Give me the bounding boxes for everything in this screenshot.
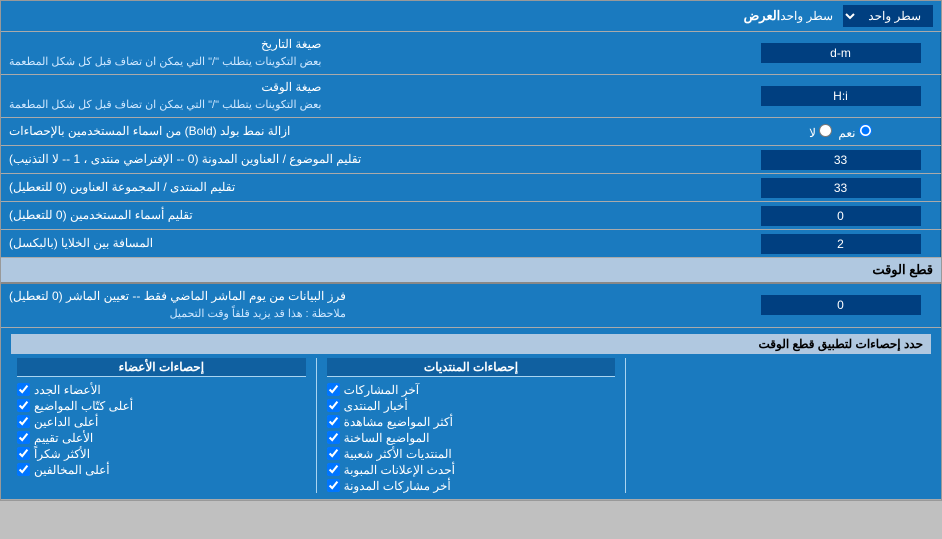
col-divider-2 bbox=[316, 358, 317, 493]
page-title: العرض bbox=[9, 8, 780, 24]
checkbox-last-posts-input[interactable] bbox=[327, 383, 340, 396]
top-row: سطر واحدسطرينثلاثة أسطر سطر واحد العرض bbox=[1, 1, 941, 32]
realtime-days-row: فرز البيانات من يوم الماشر الماضي فقط --… bbox=[1, 284, 941, 327]
time-format-input-container bbox=[741, 75, 941, 117]
checkbox-classifieds-input[interactable] bbox=[327, 463, 340, 476]
remove-bold-row: نعم لا ازالة نمط بولد (Bold) من اسماء ال… bbox=[1, 118, 941, 146]
forum-headers-label: تقليم المنتدى / المجموعة العناوين (0 للت… bbox=[1, 174, 741, 201]
members-col-header: إحصاءات الأعضاء bbox=[17, 358, 306, 377]
col-divider-1 bbox=[625, 358, 626, 493]
realtime-section-header: قطع الوقت bbox=[1, 258, 941, 284]
time-format-input[interactable] bbox=[761, 86, 921, 106]
usernames-trim-label: تقليم أسماء المستخدمين (0 للتعطيل) bbox=[1, 202, 741, 229]
radio-yes-label: نعم bbox=[838, 124, 871, 140]
checkbox-top-posters-input[interactable] bbox=[17, 399, 30, 412]
checkboxes-col-forums: إحصاءات المنتديات آخر المشاركات أخبار ال… bbox=[321, 358, 622, 493]
usernames-trim-row: تقليم أسماء المستخدمين (0 للتعطيل) bbox=[1, 202, 941, 230]
remove-bold-radio-container: نعم لا bbox=[741, 118, 941, 145]
realtime-days-label: فرز البيانات من يوم الماشر الماضي فقط --… bbox=[1, 284, 741, 326]
radio-no-label: لا bbox=[809, 124, 832, 140]
realtime-days-input[interactable] bbox=[761, 295, 921, 315]
checkboxes-section: حدد إحصاءات لتطبيق قطع الوقت إحصاءات الم… bbox=[1, 328, 941, 500]
remove-bold-label: ازالة نمط بولد (Bold) من اسماء المستخدمي… bbox=[1, 118, 741, 145]
checkbox-classifieds[interactable]: أحدث الإعلانات المبوبة bbox=[327, 463, 616, 477]
time-format-row: صيغة الوقت بعض التكوينات يتطلب "/" التي … bbox=[1, 75, 941, 118]
checkbox-blog-posts-input[interactable] bbox=[327, 479, 340, 492]
checkboxes-col-right bbox=[630, 358, 931, 493]
time-format-label: صيغة الوقت بعض التكوينات يتطلب "/" التي … bbox=[1, 75, 741, 117]
checkbox-most-viewed-input[interactable] bbox=[327, 415, 340, 428]
realtime-days-input-container bbox=[741, 284, 941, 326]
checkboxes-header: حدد إحصاءات لتطبيق قطع الوقت bbox=[11, 334, 931, 354]
radio-yes[interactable] bbox=[859, 124, 872, 137]
checkbox-last-posts[interactable]: آخر المشاركات bbox=[327, 383, 616, 397]
checkbox-most-thanked[interactable]: الأكثر شكراً bbox=[17, 447, 306, 461]
radio-no[interactable] bbox=[819, 124, 832, 137]
checkbox-most-viewed[interactable]: أكثر المواضيع مشاهدة bbox=[327, 415, 616, 429]
display-label: سطر واحد bbox=[780, 9, 833, 23]
forums-col-header: إحصاءات المنتديات bbox=[327, 358, 616, 377]
cell-spacing-row: المسافة بين الخلايا (بالبكسل) bbox=[1, 230, 941, 258]
checkbox-new-members[interactable]: الأعضاء الجدد bbox=[17, 383, 306, 397]
checkbox-top-inviters[interactable]: أعلى الداعين bbox=[17, 415, 306, 429]
radio-group: نعم لا bbox=[803, 122, 878, 142]
topic-headers-input[interactable] bbox=[761, 150, 921, 170]
checkbox-top-inviters-input[interactable] bbox=[17, 415, 30, 428]
checkboxes-col-members: إحصاءات الأعضاء الأعضاء الجدد أعلى كتّاب… bbox=[11, 358, 312, 493]
topic-headers-label: تقليم الموضوع / العناوين المدونة (0 -- ا… bbox=[1, 146, 741, 173]
forum-headers-row: تقليم المنتدى / المجموعة العناوين (0 للت… bbox=[1, 174, 941, 202]
cell-spacing-input-container bbox=[741, 230, 941, 257]
forum-headers-input[interactable] bbox=[761, 178, 921, 198]
checkbox-blog-posts[interactable]: أخر مشاركات المدونة bbox=[327, 479, 616, 493]
cell-spacing-input[interactable] bbox=[761, 234, 921, 254]
date-format-row: صيغة التاريخ بعض التكوينات يتطلب "/" الت… bbox=[1, 32, 941, 75]
checkbox-hot-topics[interactable]: المواضيع الساخنة bbox=[327, 431, 616, 445]
topic-headers-row: تقليم الموضوع / العناوين المدونة (0 -- ا… bbox=[1, 146, 941, 174]
checkboxes-grid: إحصاءات المنتديات آخر المشاركات أخبار ال… bbox=[11, 358, 931, 493]
date-format-input-container bbox=[741, 32, 941, 74]
checkbox-hot-topics-input[interactable] bbox=[327, 431, 340, 444]
date-format-label: صيغة التاريخ بعض التكوينات يتطلب "/" الت… bbox=[1, 32, 741, 74]
checkbox-forum-news-input[interactable] bbox=[327, 399, 340, 412]
display-dropdown[interactable]: سطر واحدسطرينثلاثة أسطر bbox=[843, 5, 933, 27]
checkbox-top-rated-input[interactable] bbox=[17, 431, 30, 444]
checkbox-top-posters[interactable]: أعلى كتّاب المواضيع bbox=[17, 399, 306, 413]
usernames-trim-input[interactable] bbox=[761, 206, 921, 226]
checkbox-new-members-input[interactable] bbox=[17, 383, 30, 396]
checkbox-most-thanked-input[interactable] bbox=[17, 447, 30, 460]
checkbox-top-violators[interactable]: أعلى المخالفين bbox=[17, 463, 306, 477]
date-format-input[interactable] bbox=[761, 43, 921, 63]
main-container: سطر واحدسطرينثلاثة أسطر سطر واحد العرض ص… bbox=[0, 0, 942, 501]
checkbox-top-rated[interactable]: الأعلى تقييم bbox=[17, 431, 306, 445]
checkbox-popular-forums-input[interactable] bbox=[327, 447, 340, 460]
forum-headers-input-container bbox=[741, 174, 941, 201]
topic-headers-input-container bbox=[741, 146, 941, 173]
cell-spacing-label: المسافة بين الخلايا (بالبكسل) bbox=[1, 230, 741, 257]
checkbox-popular-forums[interactable]: المنتديات الأكثر شعبية bbox=[327, 447, 616, 461]
checkbox-forum-news[interactable]: أخبار المنتدى bbox=[327, 399, 616, 413]
usernames-trim-input-container bbox=[741, 202, 941, 229]
checkbox-top-violators-input[interactable] bbox=[17, 463, 30, 476]
